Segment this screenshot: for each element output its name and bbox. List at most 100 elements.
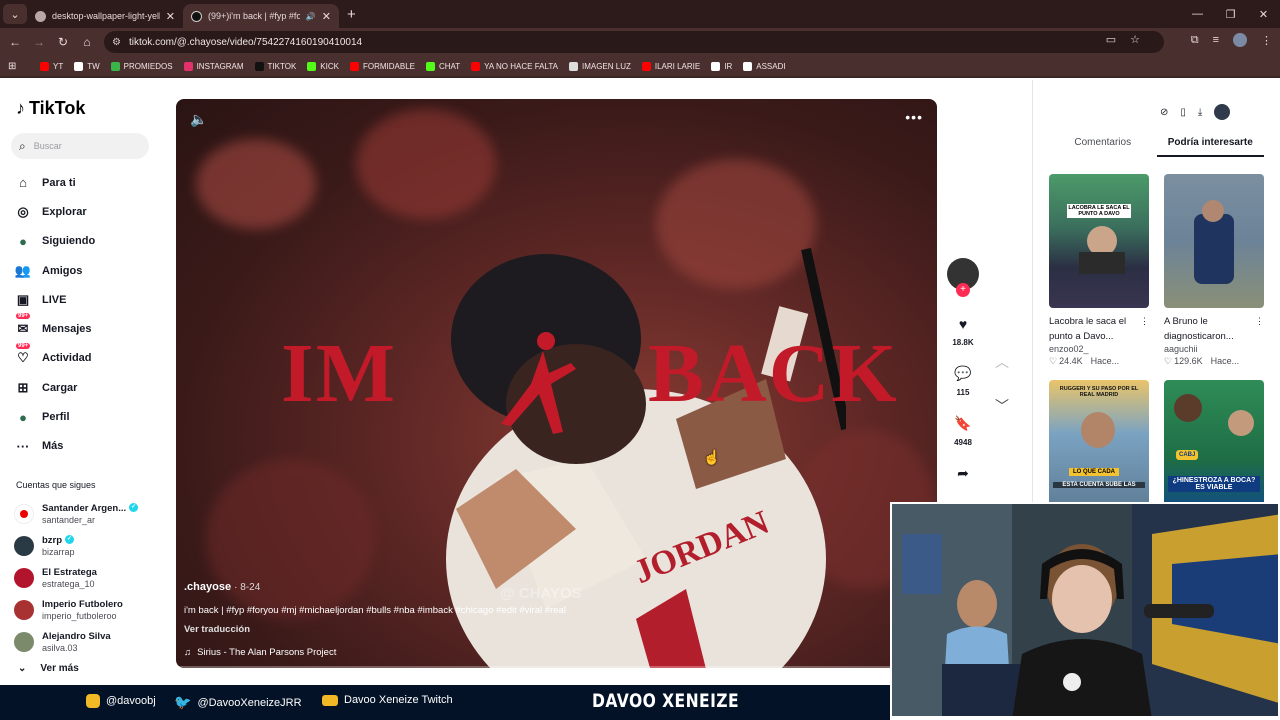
bookmark-item[interactable]: IMAGEN LUZ (568, 61, 631, 71)
video-description: i'm back | #fyp #foryou #mj #michaeljord… (184, 605, 566, 616)
close-tab-icon[interactable]: ✕ (166, 10, 175, 23)
followed-account[interactable]: Alejandro Silva asilva.03 (14, 626, 138, 658)
nav-item-perfil[interactable]: ● Perfil (14, 402, 95, 431)
video-caption: .chayose · 8-24 i'm back | #fyp #foryou … (184, 581, 566, 658)
bookmark-item[interactable]: IR (711, 61, 732, 71)
tab-recommended[interactable]: Podría interesarte (1156, 137, 1264, 157)
browser-tab-active[interactable]: (99+)i'm back | #fyp #foryo 🔊 ✕ (183, 4, 339, 28)
twitch-text: Davoo Xeneize Twitch (344, 694, 453, 706)
followed-account[interactable]: Santander Argen... ✓ santander_ar (14, 498, 139, 530)
search-input[interactable]: ⌕ Buscar (11, 133, 149, 159)
device-icon[interactable]: ▯ (1180, 107, 1186, 118)
nav-item-ms[interactable]: ··· Más (14, 432, 95, 461)
account-handle: imperio_futboleroo (42, 610, 117, 621)
nav-label: LIVE (42, 293, 67, 306)
coins-icon[interactable]: ⊘ (1160, 107, 1168, 118)
author-name[interactable]: .chayose (184, 581, 231, 593)
bookmark-item[interactable]: YA NO HACE FALTA (471, 61, 558, 71)
tab-search-button[interactable]: ⌄ (3, 4, 27, 24)
user-avatar[interactable] (1214, 104, 1231, 120)
reading-list-icon[interactable]: ≡ (1213, 34, 1219, 46)
nav-item-explorar[interactable]: ◎ Explorar (14, 197, 95, 226)
video-thumbnail[interactable]: LACOBRA LE SACA EL PUNTO A DAVO (1049, 174, 1149, 308)
more-options-icon[interactable]: ••• (905, 109, 923, 125)
bookmark-item[interactable]: TIKTOK (254, 61, 296, 71)
browser-tab[interactable]: desktop-wallpaper-light-yellow ✕ (27, 4, 183, 28)
nav-item-siguiendo[interactable]: ● Siguiendo (14, 227, 95, 256)
bookmark-item[interactable]: FORMIDABLE (349, 61, 415, 71)
translate-link[interactable]: Ver traducción (184, 624, 566, 635)
video-progress-bar[interactable] (176, 666, 937, 668)
new-tab-button[interactable]: + (347, 6, 356, 23)
download-icon[interactable]: ⤓ (1198, 107, 1202, 118)
comment-button[interactable]: 💬 115 (944, 365, 982, 397)
card-more-icon[interactable]: ⋮ (1255, 314, 1264, 329)
next-video-icon[interactable]: ﹀ (995, 396, 1009, 416)
notification-badge: 99+ (16, 313, 31, 320)
bookmark-star-icon[interactable]: ☆ (1130, 33, 1140, 46)
more-icon: ··· (16, 438, 30, 454)
twitch-handle: Davoo Xeneize Twitch (322, 694, 453, 706)
audio-icon[interactable]: 🔊 (306, 12, 316, 21)
card-more-icon[interactable]: ⋮ (1140, 314, 1149, 329)
video-player[interactable]: IM BACK JORDAN @ CHAYOS 🔈 ••• .chayose ·… (176, 99, 937, 668)
nav-item-actividad[interactable]: ♡ 99+ Actividad (14, 342, 95, 373)
share-button[interactable]: ➦ (944, 465, 982, 482)
followed-account[interactable]: El Estratega estratega_10 (14, 562, 138, 594)
creator-avatar[interactable]: + (947, 258, 979, 297)
video-card[interactable]: RUGGERI Y SU PASO POR EL REAL MADRID LO … (1049, 380, 1149, 514)
volume-icon[interactable]: 🔈 (190, 111, 207, 128)
site-info-icon[interactable]: ⚙ (112, 37, 121, 48)
nav-item-amigos[interactable]: 👥 Amigos (14, 256, 95, 285)
webcam-overlay (890, 502, 1280, 718)
nav-item-mensajes[interactable]: ✉ 99+ Mensajes (14, 313, 95, 343)
video-thumbnail[interactable]: RUGGERI Y SU PASO POR EL REAL MADRID LO … (1049, 380, 1149, 514)
nav-item-live[interactable]: ▣ LIVE (14, 285, 95, 314)
bookmark-item[interactable]: YT (40, 61, 63, 71)
save-button[interactable]: 🔖 4948 (944, 415, 982, 447)
restore-icon[interactable]: ❐ (1214, 8, 1247, 21)
bookmark-favicon-icon (74, 61, 84, 71)
profile-avatar[interactable] (1233, 33, 1247, 47)
close-window-icon[interactable]: ✕ (1247, 8, 1280, 21)
card-author[interactable]: enzoo02_ (1049, 344, 1149, 354)
see-more-button[interactable]: ⌄ Ver más (18, 663, 79, 674)
home-button[interactable]: ⌂ (75, 35, 99, 49)
bookmark-item[interactable]: KICK (307, 61, 339, 71)
bookmark-item[interactable]: INSTAGRAM (183, 61, 244, 71)
menu-icon[interactable]: ⋮ (1261, 34, 1272, 47)
previous-video-icon[interactable]: ︿ (995, 352, 1009, 372)
video-card[interactable]: A Bruno le diagnosticaron... ⋮ aaguchii ♡… (1164, 174, 1264, 367)
music-link[interactable]: ♫ Sirius - The Alan Parsons Project (184, 647, 566, 658)
reload-button[interactable]: ↻ (51, 35, 75, 49)
video-thumbnail[interactable] (1164, 174, 1264, 308)
video-author[interactable]: .chayose · 8-24 (184, 581, 566, 593)
forward-button[interactable]: → (27, 35, 51, 49)
nav-item-parati[interactable]: ⌂ Para ti (14, 168, 95, 197)
close-tab-icon[interactable]: ✕ (322, 10, 331, 23)
tab-comments[interactable]: Comentarios (1049, 137, 1157, 157)
follow-plus-icon[interactable]: + (956, 283, 970, 297)
account-name: bzrp (42, 534, 63, 546)
nav-item-cargar[interactable]: ⊞ Cargar (14, 373, 95, 402)
video-thumbnail[interactable]: CABJ ¿HINESTROZA A BOCA? ES VIABLE (1164, 380, 1264, 514)
cast-icon[interactable]: ▭ (1106, 33, 1116, 46)
bookmark-item[interactable]: PROMIEDOS (110, 61, 173, 71)
bookmark-item[interactable]: TW (74, 61, 100, 71)
address-bar[interactable]: ⚙ tiktok.com/@.chayose/video/75422741601… (104, 31, 1164, 53)
tiktok-logo[interactable]: ♪ TikTok (16, 98, 85, 119)
video-card[interactable]: CABJ ¿HINESTROZA A BOCA? ES VIABLE (1164, 380, 1264, 514)
like-button[interactable]: ♥ 18.8K (944, 316, 982, 347)
followed-account[interactable]: Imperio Futbolero imperio_futboleroo (14, 594, 138, 626)
video-card[interactable]: LACOBRA LE SACA EL PUNTO A DAVO Lacobra … (1049, 174, 1149, 367)
followed-account[interactable]: bzrp ✓ bizarrap (14, 530, 138, 562)
card-author[interactable]: aaguchii (1164, 344, 1264, 354)
bookmark-item[interactable]: ILARI LARIE (641, 61, 700, 71)
extensions-icon[interactable]: ⧉ (1191, 34, 1199, 47)
bookmark-label: INSTAGRAM (196, 61, 244, 71)
back-button[interactable]: ← (3, 35, 27, 49)
bookmark-item[interactable]: CHAT (425, 61, 460, 71)
apps-grid-icon[interactable]: ⊞ (8, 61, 22, 72)
bookmark-item[interactable]: ASSADI (743, 61, 786, 71)
minimize-icon[interactable]: — (1181, 8, 1214, 20)
